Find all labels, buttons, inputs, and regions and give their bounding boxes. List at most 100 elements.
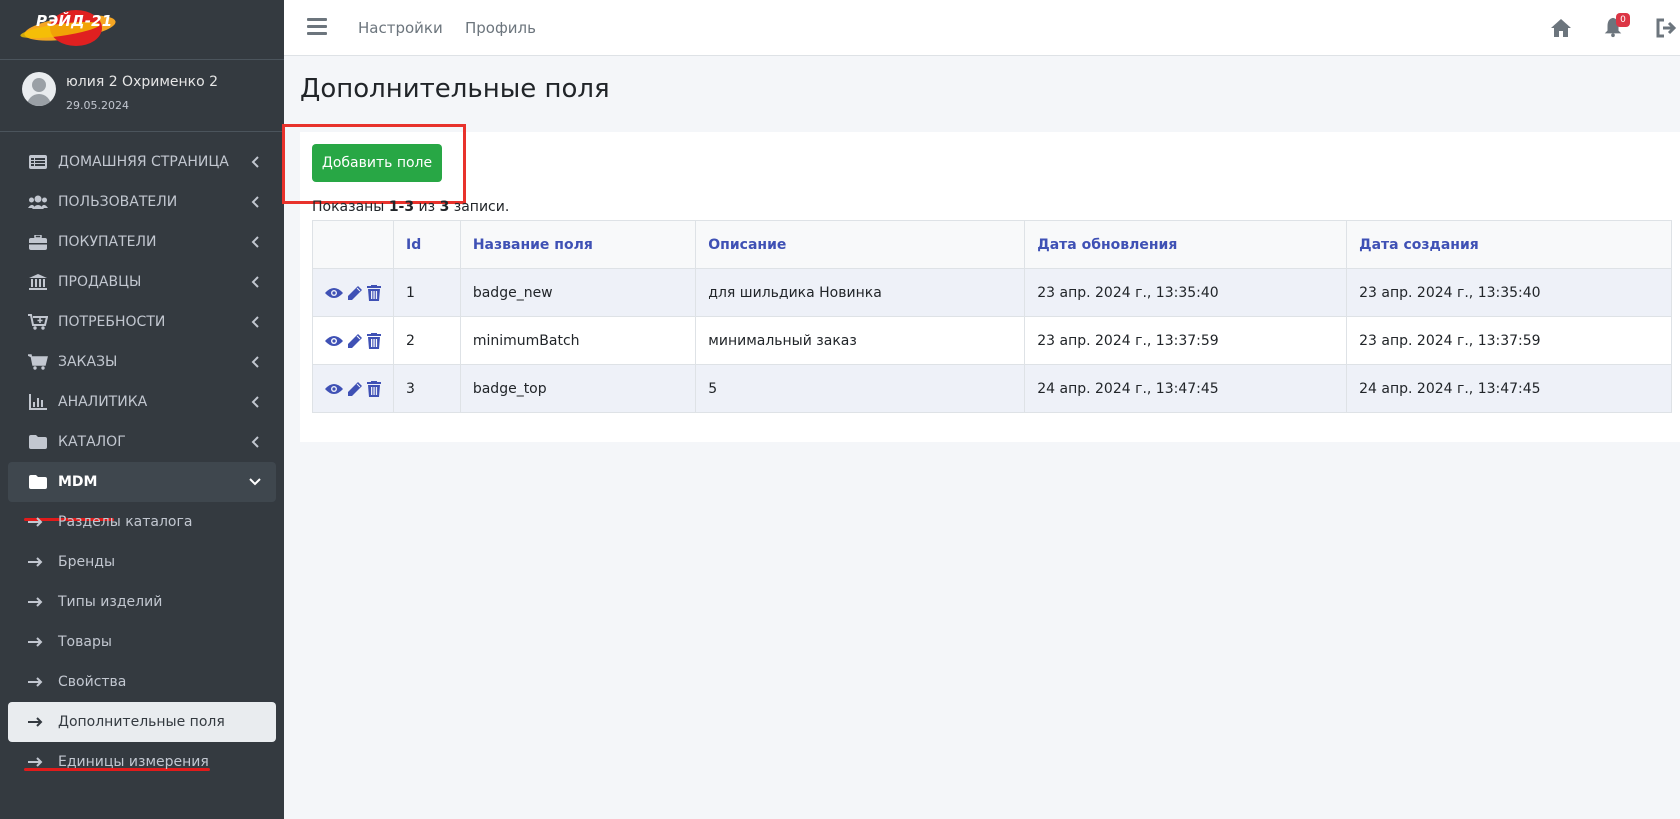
nav-link-profile[interactable]: Профиль: [465, 19, 536, 37]
sidebar-subitem-catalog-sections[interactable]: Разделы каталога: [0, 502, 284, 542]
sidebar-subitem-brands[interactable]: Бренды: [0, 542, 284, 582]
sidebar-subitem-label: Бренды: [58, 554, 115, 570]
user-name[interactable]: юлия 2 Охрименко 2: [66, 74, 218, 90]
folder-icon: [28, 434, 48, 450]
logout-icon[interactable]: [1654, 16, 1678, 40]
cell-description: для шильдика Новинка: [695, 268, 1026, 317]
delete-icon[interactable]: [367, 380, 381, 397]
edit-icon[interactable]: [347, 381, 363, 397]
sidebar-item-label: MDM: [58, 474, 98, 490]
view-icon[interactable]: [325, 382, 343, 396]
row-actions: [312, 364, 394, 413]
sidebar-item-label: ПОКУПАТЕЛИ: [58, 234, 157, 250]
column-header-id[interactable]: Id: [393, 220, 461, 269]
column-header-actions: [312, 220, 394, 269]
nav-link-settings[interactable]: Настройки: [358, 19, 443, 37]
summary-suffix: записи.: [449, 199, 510, 215]
cart-icon: [28, 354, 48, 370]
main-content: Дополнительные поля Добавить поле Показа…: [282, 56, 1680, 819]
sidebar-item-buyers[interactable]: ПОКУПАТЕЛИ: [0, 222, 284, 262]
sidebar-subitem-label: Типы изделий: [58, 594, 163, 610]
summary-total: 3: [439, 199, 450, 215]
sidebar-item-analytics[interactable]: АНАЛИТИКА: [0, 382, 284, 422]
row-actions: [312, 316, 394, 365]
sidebar-item-orders[interactable]: ЗАКАЗЫ: [0, 342, 284, 382]
user-panel[interactable]: юлия 2 Охрименко 2 29.05.2024: [0, 68, 284, 132]
sidebar: РЭЙД-21 юлия 2 Охрименко 2 29.05.2024 ДО…: [0, 0, 284, 819]
brand[interactable]: РЭЙД-21: [0, 0, 284, 60]
sidebar-subitem-goods[interactable]: Товары: [0, 622, 284, 662]
cell-name: minimumBatch: [459, 316, 697, 365]
arrow-right-icon: [28, 677, 48, 687]
chevron-left-icon: [248, 155, 262, 169]
edit-icon[interactable]: [347, 333, 363, 349]
cell-updated: 23 апр. 2024 г., 13:37:59: [1024, 316, 1348, 365]
sidebar-subitem-properties[interactable]: Свойства: [0, 662, 284, 702]
sidebar-item-home[interactable]: ДОМАШНЯЯ СТРАНИЦА: [0, 142, 284, 182]
chevron-left-icon: [248, 355, 262, 369]
sidebar-item-sellers[interactable]: ПРОДАВЦЫ: [0, 262, 284, 302]
table-row: 2 minimumBatch минимальный заказ 23 апр.…: [312, 316, 1672, 365]
sidebar-item-label: ПРОДАВЦЫ: [58, 274, 142, 290]
arrow-right-icon: [28, 637, 48, 647]
sidebar-item-label: ДОМАШНЯЯ СТРАНИЦА: [58, 154, 229, 170]
sidebar-item-mdm[interactable]: MDM: [8, 462, 276, 502]
column-header-created[interactable]: Дата создания: [1346, 220, 1672, 269]
page-title: Дополнительные поля: [300, 74, 610, 104]
delete-icon[interactable]: [367, 332, 381, 349]
users-icon: [28, 194, 48, 210]
arrow-right-icon: [28, 597, 48, 607]
edit-icon[interactable]: [347, 285, 363, 301]
table-row: 1 badge_new для шильдика Новинка 23 апр.…: [312, 268, 1672, 317]
table-row: 3 badge_top 5 24 апр. 2024 г., 13:47:45 …: [312, 364, 1672, 413]
notifications-button[interactable]: 0: [1602, 13, 1630, 40]
cell-id: 3: [393, 364, 461, 413]
cell-id: 2: [393, 316, 461, 365]
sidebar-subitem-label: Товары: [58, 634, 112, 650]
topbar: Настройки Профиль 0: [284, 0, 1680, 56]
view-icon[interactable]: [325, 286, 343, 300]
sidebar-subitem-extra-fields[interactable]: Дополнительные поля: [8, 702, 276, 742]
user-date: 29.05.2024: [66, 99, 129, 112]
chevron-left-icon: [248, 235, 262, 249]
table-header-row: Id Название поля Описание Дата обновлени…: [312, 220, 1672, 269]
sidebar-item-users[interactable]: ПОЛЬЗОВАТЕЛИ: [0, 182, 284, 222]
sidebar-item-label: ПОТРЕБНОСТИ: [58, 314, 166, 330]
sidebar-subitem-product-types[interactable]: Типы изделий: [0, 582, 284, 622]
sidebar-subitem-label: Единицы измерения: [58, 754, 209, 770]
sidebar-item-label: КАТАЛОГ: [58, 434, 126, 450]
column-header-name[interactable]: Название поля: [459, 220, 697, 269]
sidebar-item-label: ПОЛЬЗОВАТЕЛИ: [58, 194, 178, 210]
cell-updated: 23 апр. 2024 г., 13:35:40: [1024, 268, 1348, 317]
cell-created: 23 апр. 2024 г., 13:37:59: [1346, 316, 1672, 365]
sidebar-subitem-label: Разделы каталога: [58, 514, 193, 530]
avatar[interactable]: [22, 72, 56, 106]
chevron-left-icon: [248, 195, 262, 209]
records-summary: Показаны 1-3 из 3 записи.: [312, 199, 509, 215]
home-icon[interactable]: [1549, 16, 1573, 40]
summary-prefix: Показаны: [312, 199, 389, 215]
view-icon[interactable]: [325, 334, 343, 348]
column-header-updated[interactable]: Дата обновления: [1024, 220, 1348, 269]
sidebar-item-label: ЗАКАЗЫ: [58, 354, 118, 370]
chevron-left-icon: [248, 395, 262, 409]
logo-text: РЭЙД-21: [36, 12, 113, 30]
sidebar-item-catalog[interactable]: КАТАЛОГ: [0, 422, 284, 462]
sidebar-item-needs[interactable]: ПОТРЕБНОСТИ: [0, 302, 284, 342]
menu-toggle-icon[interactable]: [307, 18, 327, 36]
folder-open-icon: [28, 474, 48, 490]
cell-updated: 24 апр. 2024 г., 13:47:45: [1024, 364, 1348, 413]
chevron-down-icon: [248, 475, 262, 489]
arrow-right-icon: [28, 557, 48, 567]
column-header-description[interactable]: Описание: [695, 220, 1026, 269]
chevron-left-icon: [248, 435, 262, 449]
cell-created: 24 апр. 2024 г., 13:47:45: [1346, 364, 1672, 413]
fields-table: Id Название поля Описание Дата обновлени…: [312, 220, 1672, 413]
add-field-button[interactable]: Добавить поле: [312, 144, 442, 182]
arrow-right-icon: [28, 717, 48, 727]
sidebar-subitem-units[interactable]: Единицы измерения: [0, 742, 284, 782]
delete-icon[interactable]: [367, 284, 381, 301]
chart-icon: [28, 394, 48, 410]
summary-range: 1-3: [388, 199, 415, 215]
notification-badge: 0: [1616, 13, 1630, 27]
